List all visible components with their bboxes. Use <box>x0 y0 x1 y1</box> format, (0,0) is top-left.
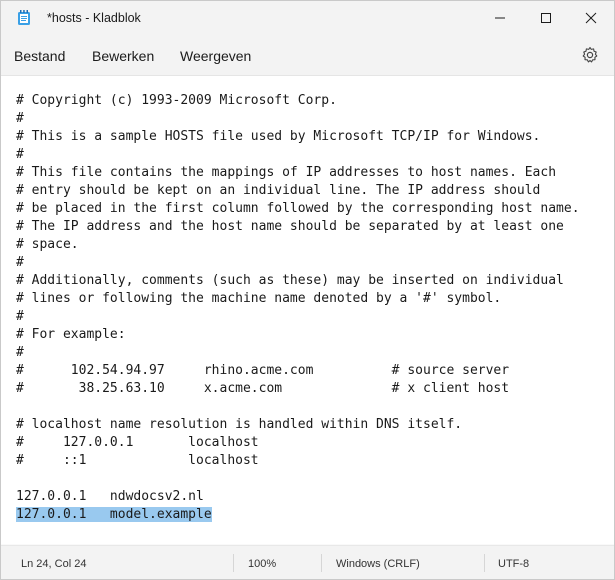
maximize-icon <box>541 13 551 23</box>
text-line[interactable]: # be placed in the first column followed… <box>16 200 580 218</box>
close-button[interactable] <box>568 1 614 35</box>
text-line[interactable]: # This file contains the mappings of IP … <box>16 164 580 182</box>
text-line[interactable]: # <box>16 308 580 326</box>
text-line[interactable]: # localhost name resolution is handled w… <box>16 416 580 434</box>
line-ending: Windows (CRLF) <box>336 558 420 570</box>
text-line[interactable]: # For example: <box>16 326 580 344</box>
text-line[interactable]: # 102.54.94.97 rhino.acme.com # source s… <box>16 362 580 380</box>
text-line[interactable]: # <box>16 110 580 128</box>
text-line[interactable]: # 127.0.0.1 localhost <box>16 434 580 452</box>
text-line[interactable]: # The IP address and the host name shoul… <box>16 218 580 236</box>
status-divider <box>321 554 322 572</box>
text-line[interactable]: # lines or following the machine name de… <box>16 290 580 308</box>
text-line[interactable] <box>16 398 580 416</box>
notepad-icon <box>17 10 31 26</box>
selected-text[interactable]: 127.0.0.1 model.example <box>16 507 212 522</box>
text-line[interactable]: # Copyright (c) 1993-2009 Microsoft Corp… <box>16 92 580 110</box>
text-line[interactable]: # This is a sample HOSTS file used by Mi… <box>16 128 580 146</box>
text-line[interactable]: # entry should be kept on an individual … <box>16 182 580 200</box>
menu-file[interactable]: Bestand <box>14 48 65 64</box>
maximize-button[interactable] <box>523 1 569 35</box>
status-divider <box>484 554 485 572</box>
close-icon <box>585 12 597 24</box>
menu-view[interactable]: Weergeven <box>180 48 251 64</box>
status-bar: Ln 24, Col 24 100% Windows (CRLF) UTF-8 <box>1 545 614 579</box>
minimize-icon <box>495 17 505 19</box>
menu-edit[interactable]: Bewerken <box>92 48 154 64</box>
text-line[interactable]: # <box>16 254 580 272</box>
encoding: UTF-8 <box>498 558 530 570</box>
notepad-window: *hosts - Kladblok Bestand Bewerken Weerg… <box>0 0 615 580</box>
cursor-position: Ln 24, Col 24 <box>21 558 87 570</box>
text-line[interactable]: # <box>16 344 580 362</box>
text-line[interactable]: # Additionally, comments (such as these)… <box>16 272 580 290</box>
editor-content[interactable]: # Copyright (c) 1993-2009 Microsoft Corp… <box>16 92 580 524</box>
text-line[interactable]: 127.0.0.1 ndwdocsv2.nl <box>16 488 580 506</box>
zoom-level: 100% <box>248 558 277 570</box>
settings-gear-icon[interactable] <box>581 46 599 64</box>
text-line[interactable]: # 38.25.63.10 x.acme.com # x client host <box>16 380 580 398</box>
text-line[interactable]: 127.0.0.1 model.example <box>16 506 580 524</box>
title-bar[interactable]: *hosts - Kladblok <box>1 1 614 35</box>
text-line[interactable]: # space. <box>16 236 580 254</box>
status-divider <box>233 554 234 572</box>
text-line[interactable]: # <box>16 146 580 164</box>
text-line[interactable]: # ::1 localhost <box>16 452 580 470</box>
window-title: *hosts - Kladblok <box>47 11 141 25</box>
menu-bar: Bestand Bewerken Weergeven <box>1 35 614 75</box>
text-line[interactable] <box>16 470 580 488</box>
minimize-button[interactable] <box>477 1 523 35</box>
text-editor[interactable]: # Copyright (c) 1993-2009 Microsoft Corp… <box>1 75 614 544</box>
